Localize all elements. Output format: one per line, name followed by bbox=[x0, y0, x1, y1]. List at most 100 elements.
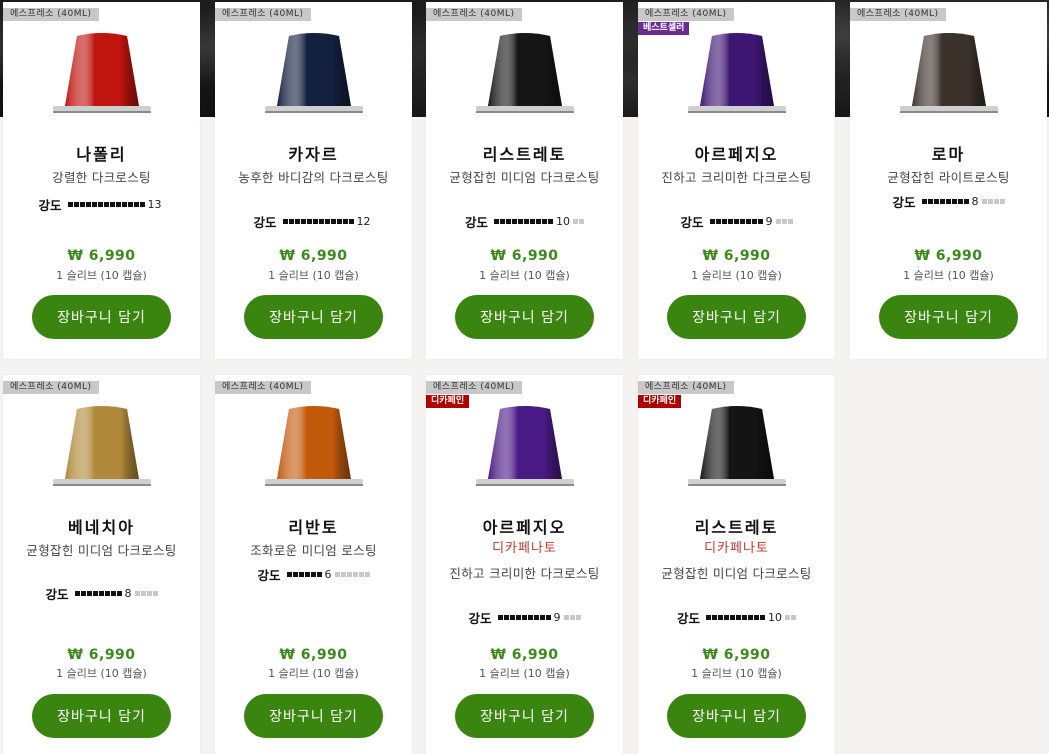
product-grid: 에스프레소 (40ML) 나폴리 강렬한 다크로스팅 강도 13 ₩ 6,990 1… bbox=[0, 0, 1049, 754]
intensity-dot-filled bbox=[533, 614, 539, 620]
add-to-cart-button[interactable]: 장바구니 담기 bbox=[879, 295, 1018, 339]
capsule-image[interactable] bbox=[682, 28, 792, 120]
product-card[interactable]: 에스프레소 (40ML) 로마 균형잡힌 라이트로스팅 강도 8 ₩ 6,990 1… bbox=[850, 2, 1047, 359]
product-name[interactable]: 로마 bbox=[850, 141, 1047, 165]
intensity-dot-filled bbox=[721, 218, 727, 224]
intensity-dot-filled bbox=[536, 218, 541, 224]
capsule-image[interactable] bbox=[682, 401, 792, 493]
add-to-cart-button[interactable]: 장바구니 담기 bbox=[455, 694, 594, 738]
add-to-cart-button[interactable]: 장바구니 담기 bbox=[667, 694, 806, 738]
intensity-dot-filled bbox=[524, 218, 529, 224]
product-card[interactable]: 에스프레소 (40ML) 베스트셀러 아르페지오 진하고 크리미한 다크로스팅 강도… bbox=[638, 2, 835, 359]
intensity-dot-empty bbox=[787, 218, 793, 224]
product-card[interactable]: 에스프레소 (40ML) 베네치아 균형잡힌 미디엄 다크로스팅 강도 8 ₩ 6… bbox=[3, 375, 200, 754]
intensity-dot-empty bbox=[569, 614, 575, 620]
intensity-dot-filled bbox=[304, 571, 310, 577]
intensity-dot-empty bbox=[358, 571, 364, 577]
product-price: ₩ 6,990 bbox=[67, 647, 136, 663]
intensity-dot-filled bbox=[521, 614, 527, 620]
add-to-cart-button[interactable]: 장바구니 담기 bbox=[32, 295, 171, 339]
intensity-dot-filled bbox=[963, 198, 969, 204]
product-name[interactable]: 리스트레토 bbox=[638, 514, 835, 538]
product-unit: 1 슬리브 (10 캡슐) bbox=[479, 667, 570, 680]
intensity-dot-filled bbox=[294, 218, 300, 224]
intensity-dot-filled bbox=[104, 590, 110, 596]
add-to-cart-button[interactable]: 장바구니 담기 bbox=[455, 295, 594, 339]
product-name[interactable]: 아르페지오 bbox=[638, 141, 835, 165]
product-name[interactable]: 리스트레토 bbox=[426, 141, 623, 165]
intensity-dot-empty bbox=[579, 218, 584, 224]
category-label: 에스프레소 (40ML) bbox=[850, 8, 946, 21]
intensity-value: 10 bbox=[556, 214, 570, 228]
product-card[interactable]: 에스프레소 (40ML) 리스트레토 균형잡힌 미디엄 다크로스팅 강도 10 ₩… bbox=[426, 2, 623, 359]
intensity-dot-filled bbox=[67, 201, 73, 207]
intensity-dot-filled bbox=[739, 218, 745, 224]
category-label: 에스프레소 (40ML) bbox=[638, 381, 734, 394]
intensity-dot-filled bbox=[109, 201, 115, 207]
intensity-dot-empty bbox=[575, 614, 581, 620]
intensity-dot-filled bbox=[494, 218, 499, 224]
intensity-dot-empty bbox=[785, 614, 790, 620]
intensity-value: 8 bbox=[971, 194, 979, 208]
intensity-dot-empty bbox=[134, 590, 140, 596]
capsule-image[interactable] bbox=[259, 28, 369, 120]
intensity-dot-empty bbox=[346, 571, 352, 577]
add-to-cart-button[interactable]: 장바구니 담기 bbox=[244, 295, 383, 339]
add-to-cart-button[interactable]: 장바구니 담기 bbox=[667, 295, 806, 339]
intensity-dot-empty bbox=[340, 571, 346, 577]
intensity-label: 강도 bbox=[464, 214, 488, 230]
intensity-meter: 강도 10 bbox=[426, 213, 623, 230]
intensity-meter: 강도 8 bbox=[850, 193, 1047, 210]
intensity-dot-filled bbox=[342, 218, 348, 224]
intensity-dot-empty bbox=[781, 218, 787, 224]
intensity-dot-filled bbox=[727, 218, 733, 224]
intensity-dot-filled bbox=[79, 201, 85, 207]
intensity-dot-filled bbox=[115, 201, 121, 207]
product-name[interactable]: 베네치아 bbox=[3, 514, 200, 538]
intensity-dot-filled bbox=[318, 218, 324, 224]
intensity-dot-empty bbox=[352, 571, 358, 577]
product-card[interactable]: 에스프레소 (40ML) 리반토 조화로운 미디엄 로스팅 강도 6 ₩ 6,99… bbox=[215, 375, 412, 754]
capsule-image[interactable] bbox=[47, 401, 157, 493]
product-unit: 1 슬리브 (10 캡슐) bbox=[479, 269, 570, 282]
product-card[interactable]: 에스프레소 (40ML) 디카페인 아르페지오 디카페나토 진하고 크리미한 다크로스… bbox=[426, 375, 623, 754]
intensity-dot-filled bbox=[542, 218, 547, 224]
product-name[interactable]: 리반토 bbox=[215, 514, 412, 538]
product-name[interactable]: 아르페지오 bbox=[426, 514, 623, 538]
intensity-dot-filled bbox=[709, 218, 715, 224]
add-to-cart-button[interactable]: 장바구니 담기 bbox=[32, 694, 171, 738]
intensity-dot-filled bbox=[500, 218, 505, 224]
intensity-dot-filled bbox=[509, 614, 515, 620]
intensity-dot-filled bbox=[74, 590, 80, 596]
product-card[interactable]: 에스프레소 (40ML) 디카페인 리스트레토 디카페나토 균형잡힌 미디엄 다크로스… bbox=[638, 375, 835, 754]
product-card[interactable]: 에스프레소 (40ML) 나폴리 강렬한 다크로스팅 강도 13 ₩ 6,990 1… bbox=[3, 2, 200, 359]
intensity-meter: 강도 9 bbox=[638, 213, 835, 230]
intensity-value: 6 bbox=[324, 567, 332, 581]
capsule-image[interactable] bbox=[470, 28, 580, 120]
product-name[interactable]: 나폴리 bbox=[3, 141, 200, 165]
intensity-dot-filled bbox=[957, 198, 963, 204]
intensity-dot-filled bbox=[921, 198, 927, 204]
intensity-dot-filled bbox=[103, 201, 109, 207]
product-unit: 1 슬리브 (10 캡슐) bbox=[691, 667, 782, 680]
capsule-image[interactable] bbox=[470, 401, 580, 493]
intensity-dot-filled bbox=[730, 614, 735, 620]
intensity-dot-filled bbox=[312, 218, 318, 224]
category-label: 에스프레소 (40ML) bbox=[426, 8, 522, 21]
product-name[interactable]: 카자르 bbox=[215, 141, 412, 165]
intensity-dot-filled bbox=[286, 571, 292, 577]
intensity-dot-filled bbox=[97, 201, 103, 207]
add-to-cart-button[interactable]: 장바구니 담기 bbox=[244, 694, 383, 738]
intensity-dot-filled bbox=[73, 201, 79, 207]
intensity-dot-filled bbox=[748, 614, 753, 620]
intensity-dot-empty bbox=[573, 218, 578, 224]
product-card[interactable]: 에스프레소 (40ML) 카자르 농후한 바디감의 다크로스팅 강도 12 ₩ 6… bbox=[215, 2, 412, 359]
capsule-image[interactable] bbox=[47, 28, 157, 120]
intensity-dot-filled bbox=[548, 218, 553, 224]
intensity-dot-filled bbox=[298, 571, 304, 577]
capsule-image[interactable] bbox=[894, 28, 1004, 120]
intensity-dot-filled bbox=[121, 201, 127, 207]
product-price: ₩ 6,990 bbox=[67, 248, 136, 264]
capsule-image[interactable] bbox=[259, 401, 369, 493]
category-label: 에스프레소 (40ML) bbox=[215, 381, 311, 394]
